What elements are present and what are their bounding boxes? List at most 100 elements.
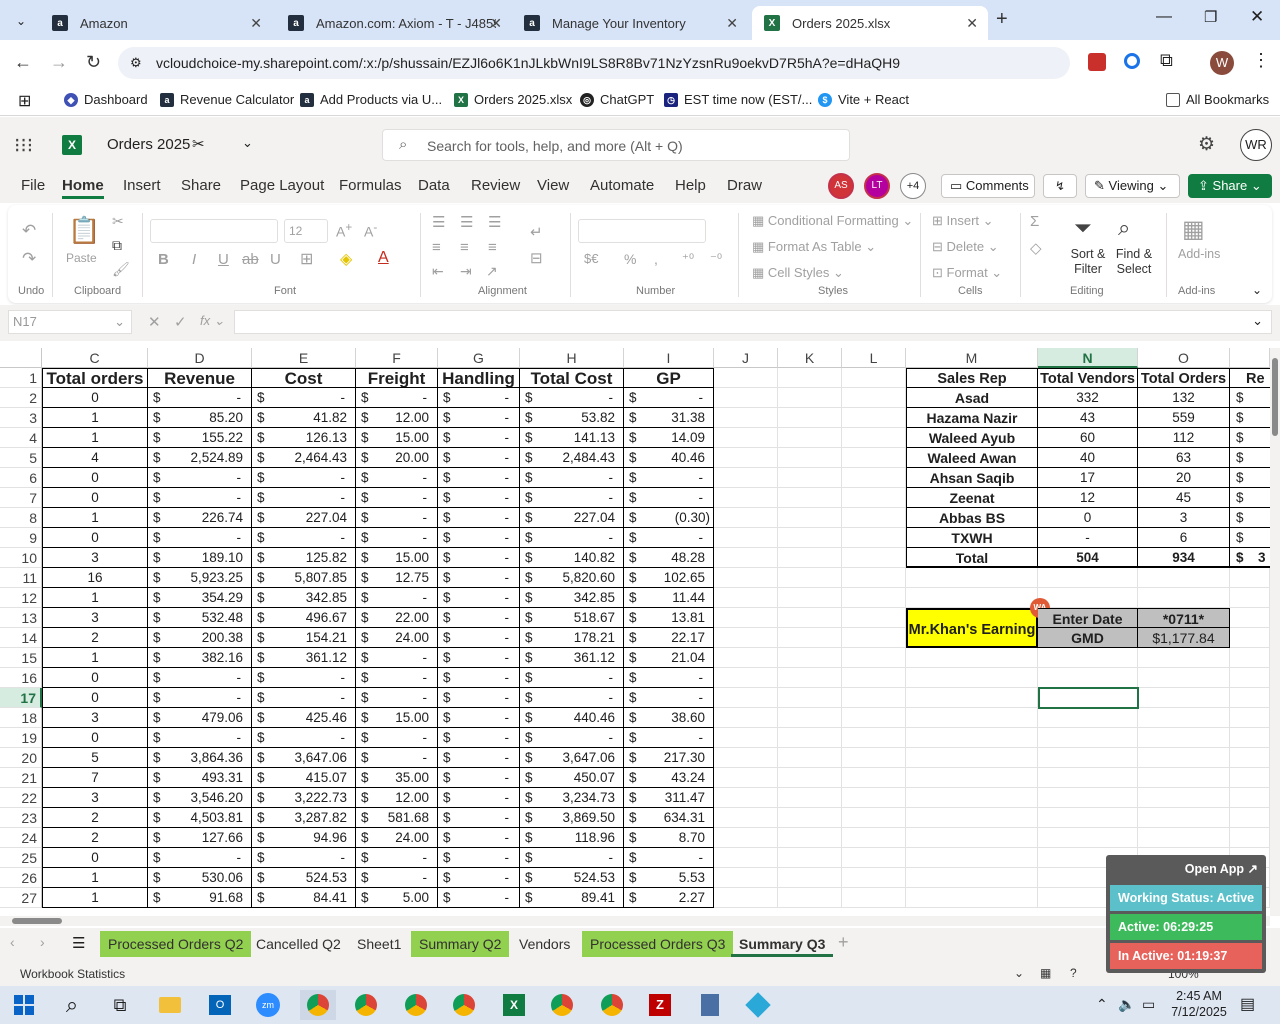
table-cell[interactable]: $22.17 <box>624 628 714 648</box>
table-cell[interactable]: $ - <box>252 688 356 708</box>
tray-chevron-icon[interactable]: ⌃ <box>1096 996 1108 1013</box>
help-icon[interactable]: ? <box>1070 966 1077 980</box>
table-cell[interactable]: $ - <box>624 728 714 748</box>
insert-function-icon[interactable]: fx ⌄ <box>200 313 225 329</box>
table-cell[interactable]: $ - <box>438 728 520 748</box>
row-header[interactable]: 21 <box>0 768 42 788</box>
cell[interactable] <box>1230 688 1270 708</box>
table-cell[interactable]: $ - <box>520 528 624 548</box>
column-header[interactable]: H <box>520 348 624 368</box>
table-cell[interactable]: $ - <box>438 428 520 448</box>
cell[interactable] <box>714 848 778 868</box>
table-cell[interactable]: $518.67 <box>520 608 624 628</box>
table-cell[interactable]: $342.85 <box>520 588 624 608</box>
sales-rep-name[interactable]: Waleed Ayub <box>906 428 1038 448</box>
cell[interactable] <box>778 588 842 608</box>
table-cell[interactable]: $ - <box>520 388 624 408</box>
table-cell[interactable]: $3,864.36 <box>148 748 252 768</box>
open-app-link[interactable]: Open App ↗ <box>1185 861 1258 876</box>
table-cell[interactable]: $524.53 <box>520 868 624 888</box>
cell[interactable] <box>842 848 906 868</box>
more-collaborators[interactable]: +4 <box>900 173 926 199</box>
table-cell[interactable]: $ - <box>438 628 520 648</box>
table-cell[interactable]: $415.07 <box>252 768 356 788</box>
table-cell[interactable]: $38.60 <box>624 708 714 728</box>
cell[interactable] <box>1138 688 1230 708</box>
table-cell[interactable]: $24.00 <box>356 628 438 648</box>
cell[interactable] <box>778 668 842 688</box>
display-settings-icon[interactable]: ▦ <box>1040 966 1051 980</box>
row-header[interactable]: 19 <box>0 728 42 748</box>
table-cell[interactable]: $ - <box>356 868 438 888</box>
cell[interactable] <box>1230 668 1270 688</box>
row-header[interactable]: 9 <box>0 528 42 548</box>
row-header[interactable]: 11 <box>0 568 42 588</box>
table-cell[interactable]: $493.31 <box>148 768 252 788</box>
sort-filter-button[interactable]: Sort & Filter <box>1068 247 1108 277</box>
underline-icon[interactable]: U <box>218 251 229 268</box>
table-cell[interactable]: $118.96 <box>520 828 624 848</box>
cell[interactable] <box>1138 748 1230 768</box>
sales-revenue-cell[interactable]: $ <box>1230 468 1270 488</box>
table-cell[interactable]: $41.82 <box>252 408 356 428</box>
table-cell[interactable]: $2,524.89 <box>148 448 252 468</box>
table-cell[interactable]: $5,820.60 <box>520 568 624 588</box>
table-cell[interactable]: $189.10 <box>148 548 252 568</box>
row-header[interactable]: 5 <box>0 448 42 468</box>
table-cell[interactable]: $178.21 <box>520 628 624 648</box>
cell[interactable] <box>906 568 1038 588</box>
table-cell[interactable]: $84.41 <box>252 888 356 908</box>
document-title[interactable]: Orders 2025 <box>107 136 190 153</box>
align-middle-icon[interactable]: ☰ <box>460 213 473 231</box>
strikethrough-icon[interactable]: ab <box>242 251 259 268</box>
table-cell[interactable]: $ - <box>624 388 714 408</box>
table-cell[interactable]: $ - <box>356 648 438 668</box>
table-cell[interactable]: $ - <box>438 568 520 588</box>
table-cell[interactable]: $ - <box>520 688 624 708</box>
cell[interactable] <box>1138 668 1230 688</box>
table-cell[interactable]: $ - <box>624 468 714 488</box>
tab-insert[interactable]: Insert <box>123 177 161 194</box>
table-cell[interactable]: $ - <box>520 468 624 488</box>
close-icon[interactable]: ✕ <box>490 15 502 32</box>
sales-rep-name[interactable]: TXWH <box>906 528 1038 548</box>
sort-filter-icon[interactable]: ⏷ <box>1074 215 1092 241</box>
table-cell[interactable]: $ - <box>438 708 520 728</box>
cut-icon[interactable]: ✂ <box>112 213 124 230</box>
cell[interactable] <box>778 388 842 408</box>
cell[interactable] <box>714 628 778 648</box>
search-box[interactable]: ⌕ Search for tools, help, and more (Alt … <box>382 129 850 161</box>
table-cell[interactable]: $ - <box>252 468 356 488</box>
table-cell[interactable]: $5,807.85 <box>252 568 356 588</box>
cell[interactable] <box>1038 788 1138 808</box>
cell[interactable] <box>714 448 778 468</box>
cell[interactable] <box>778 368 842 388</box>
comma-style-icon[interactable]: , <box>654 251 658 267</box>
column-header[interactable]: N <box>1038 348 1138 368</box>
table-cell[interactable]: $35.00 <box>356 768 438 788</box>
column-header[interactable]: O <box>1138 348 1230 368</box>
table-cell[interactable]: $3,234.73 <box>520 788 624 808</box>
sales-total-vendors[interactable]: 332 <box>1038 388 1138 408</box>
table-cell[interactable]: $ - <box>438 388 520 408</box>
row-header[interactable]: 10 <box>0 548 42 568</box>
merge-center-icon[interactable]: ⊟ <box>530 249 543 267</box>
cell[interactable] <box>842 388 906 408</box>
table-cell[interactable]: $21.04 <box>624 648 714 668</box>
paste-icon[interactable]: 📋 <box>68 215 100 246</box>
cell[interactable] <box>778 828 842 848</box>
settings-gear-icon[interactable]: ⚙ <box>1198 133 1215 156</box>
sales-total-vendors[interactable]: 0 <box>1038 508 1138 528</box>
cell[interactable] <box>778 788 842 808</box>
cell[interactable] <box>842 888 906 908</box>
table-cell[interactable]: $ - <box>148 728 252 748</box>
cell[interactable] <box>1138 788 1230 808</box>
cell[interactable] <box>778 808 842 828</box>
table-cell[interactable]: $5.00 <box>356 888 438 908</box>
cell[interactable] <box>714 588 778 608</box>
chrome-icon[interactable] <box>348 990 384 1020</box>
new-tab-icon[interactable]: + <box>996 8 1008 31</box>
cell[interactable] <box>842 748 906 768</box>
table-cell[interactable]: $141.13 <box>520 428 624 448</box>
tab-review[interactable]: Review <box>471 177 520 194</box>
